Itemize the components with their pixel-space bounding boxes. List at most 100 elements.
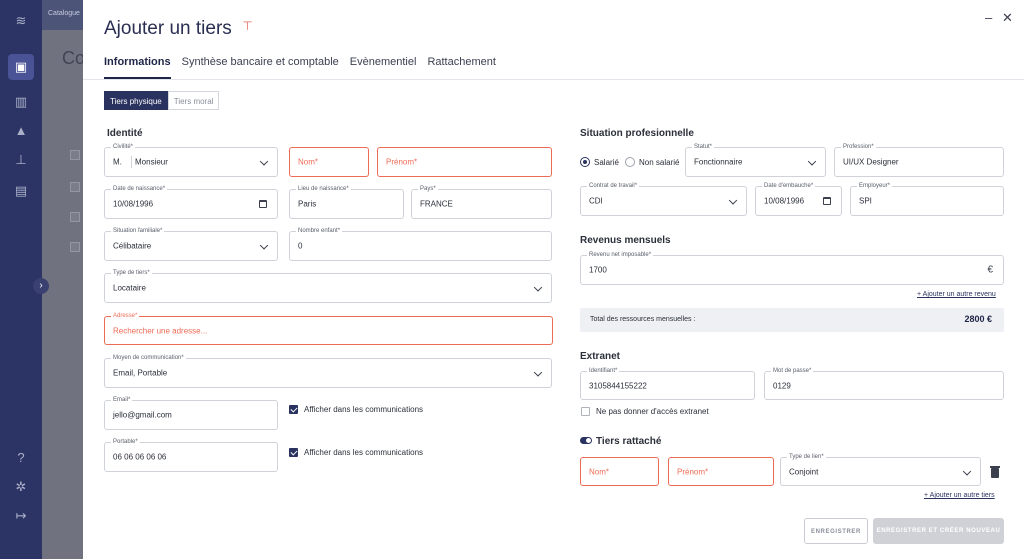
document-alert-icon[interactable]: ▤ xyxy=(12,182,30,200)
chevron-down-icon xyxy=(259,157,269,166)
date-naissance-input[interactable]: Date de naissance* 10/08/1996 xyxy=(104,185,278,219)
pin-icon[interactable]: ⊤ xyxy=(242,19,252,33)
total-label: Total des ressources mensuelles : xyxy=(590,316,696,323)
pin-icon[interactable]: ⊥ xyxy=(12,151,30,169)
type-tiers-value: Locataire xyxy=(113,283,146,293)
radio-dot[interactable] xyxy=(625,157,635,167)
trash-icon[interactable] xyxy=(990,466,1000,478)
extranet-title: Extranet xyxy=(580,351,621,362)
modal-header: Ajouter un tiers ⊤ xyxy=(104,18,253,40)
tab-evenementiel[interactable]: Evènementiel xyxy=(350,56,417,79)
nombre-enfant-input[interactable]: Nombre enfant* 0 xyxy=(289,227,552,261)
pays-label: Pays* xyxy=(418,185,438,193)
moyen-communication-select[interactable]: Moyen de communication* Email, Portable xyxy=(104,354,552,388)
segment-tiers-physique[interactable]: Tiers physique xyxy=(104,91,168,110)
menu-logo-icon[interactable]: ≋ xyxy=(12,12,30,30)
revenu-net-input[interactable]: Revenu net imposable* 1700 € xyxy=(580,251,1004,285)
chevron-down-icon xyxy=(533,368,543,377)
modal-tabs: Informations Synthèse bancaire et compta… xyxy=(104,56,507,79)
radio-dot-selected[interactable] xyxy=(580,157,590,167)
employeur-input[interactable]: Employeur* SPI xyxy=(850,182,1004,216)
statut-select[interactable]: Statut* Fonctionnaire xyxy=(685,143,826,177)
logout-icon[interactable]: ↦ xyxy=(12,507,30,525)
mot-de-passe-input[interactable]: Mot de passe* 0129 xyxy=(764,367,1004,400)
background-checkbox xyxy=(70,150,80,160)
chart-icon[interactable]: ▲ xyxy=(12,122,30,140)
tiers-rattache-toggle[interactable] xyxy=(580,437,592,444)
situation-familiale-select[interactable]: Situation familiale* Célibataire xyxy=(104,227,278,261)
chevron-down-icon xyxy=(533,283,543,292)
portable-display-checkbox[interactable]: Afficher dans les communications xyxy=(289,448,423,457)
nombre-enfant-label: Nombre enfant* xyxy=(296,227,343,235)
help-icon[interactable]: ? xyxy=(12,449,30,467)
calendar-icon[interactable] xyxy=(823,197,831,205)
identite-title: Identité xyxy=(107,128,143,139)
portable-value: 06 06 06 06 06 xyxy=(113,452,167,462)
nom-input[interactable]: Nom* xyxy=(289,147,369,177)
statut-value: Fonctionnaire xyxy=(694,157,743,167)
radio-salarie-label: Salarié xyxy=(594,157,619,167)
settings-icon[interactable]: ✲ xyxy=(12,478,30,496)
radio-non-salarie[interactable]: Non salarié xyxy=(625,157,679,167)
moyen-communication-label: Moyen de communication* xyxy=(111,354,186,362)
identifiant-input[interactable]: Identifiant* 3105844155222 xyxy=(580,367,755,400)
lieu-naissance-input[interactable]: Lieu de naissance* Paris xyxy=(289,185,404,219)
checkbox-checked[interactable] xyxy=(289,405,298,414)
pays-input[interactable]: Pays* FRANCE xyxy=(411,185,552,219)
add-tiers-link[interactable]: + Ajouter un autre tiers xyxy=(924,492,995,499)
email-field[interactable]: Email* jello@gmail.com xyxy=(104,396,278,430)
date-embauche-input[interactable]: Date d'embauche* 10/08/1996 xyxy=(755,182,842,216)
situation-familiale-value: Célibataire xyxy=(113,241,152,251)
type-lien-select[interactable]: Type de lien* Conjoint xyxy=(780,453,981,486)
add-tiers-modal: Ajouter un tiers ⊤ – ✕ Informations Synt… xyxy=(83,0,1024,559)
type-lien-label: Type de lien* xyxy=(787,453,826,461)
lieu-naissance-value: Paris xyxy=(298,199,317,209)
background-checkbox xyxy=(70,212,80,222)
prenom-placeholder: Prénom* xyxy=(386,157,418,167)
tab-rattachement[interactable]: Rattachement xyxy=(427,56,495,79)
rattache-prenom-input[interactable]: Prénom* xyxy=(668,457,774,486)
building-icon[interactable]: ▥ xyxy=(12,93,30,111)
prenom-input[interactable]: Prénom* xyxy=(377,147,552,177)
contrat-value: CDI xyxy=(589,196,603,206)
portable-field[interactable]: Portable* 06 06 06 06 06 xyxy=(104,438,278,472)
profession-input[interactable]: Profession* UI/UX Designer xyxy=(834,143,1004,177)
rattache-nom-input[interactable]: Nom* xyxy=(580,457,659,486)
tiers-rattache-title: Tiers rattaché xyxy=(596,436,662,447)
tiers-icon[interactable]: ▣ xyxy=(12,58,30,76)
topbar-label: Catalogue xyxy=(48,10,80,17)
save-and-new-button[interactable]: ENREGISTRER ET CRÉER NOUVEAU xyxy=(873,518,1004,544)
type-lien-value: Conjoint xyxy=(789,467,819,476)
situation-familiale-label: Situation familiale* xyxy=(111,227,165,235)
add-revenu-link[interactable]: + Ajouter un autre revenu xyxy=(917,291,996,298)
adresse-input[interactable]: Adresse* Rechercher une adresse... xyxy=(104,312,553,345)
minimize-icon[interactable]: – xyxy=(985,10,992,25)
save-button[interactable]: ENREGISTRER xyxy=(804,518,868,544)
contrat-select[interactable]: Contrat de travail* CDI xyxy=(580,182,747,216)
calendar-icon[interactable] xyxy=(259,200,267,208)
no-extranet-checkbox[interactable]: Ne pas donner d'accès extranet xyxy=(581,407,709,416)
checkbox-unchecked[interactable] xyxy=(581,407,590,416)
checkbox-checked[interactable] xyxy=(289,448,298,457)
tab-synthese[interactable]: Synthèse bancaire et comptable xyxy=(182,56,339,79)
modal-title: Ajouter un tiers xyxy=(104,18,232,39)
civilite-select[interactable]: Civilité* M. Monsieur xyxy=(104,143,278,177)
tab-informations[interactable]: Informations xyxy=(104,56,171,79)
civilite-label: Civilité* xyxy=(111,143,136,151)
chevron-down-icon xyxy=(259,241,269,250)
segment-tiers-moral[interactable]: Tiers moral xyxy=(167,91,220,110)
collapse-sidebar-button[interactable]: › xyxy=(33,278,49,294)
statut-label: Statut* xyxy=(692,143,715,151)
chevron-down-icon xyxy=(962,466,972,476)
civilite-short: M. xyxy=(113,157,122,167)
background-checkbox xyxy=(70,242,80,252)
type-tiers-select[interactable]: Type de tiers* Locataire xyxy=(104,269,552,303)
adresse-label: Adresse* xyxy=(111,312,140,320)
type-tiers-label: Type de tiers* xyxy=(111,269,152,277)
close-icon[interactable]: ✕ xyxy=(1002,10,1013,26)
date-embauche-label: Date d'embauche* xyxy=(762,182,816,190)
radio-salarie[interactable]: Salarié xyxy=(580,157,619,167)
contrat-label: Contrat de travail* xyxy=(587,182,640,190)
email-display-checkbox[interactable]: Afficher dans les communications xyxy=(289,405,423,414)
total-value: 2800 € xyxy=(964,314,992,324)
